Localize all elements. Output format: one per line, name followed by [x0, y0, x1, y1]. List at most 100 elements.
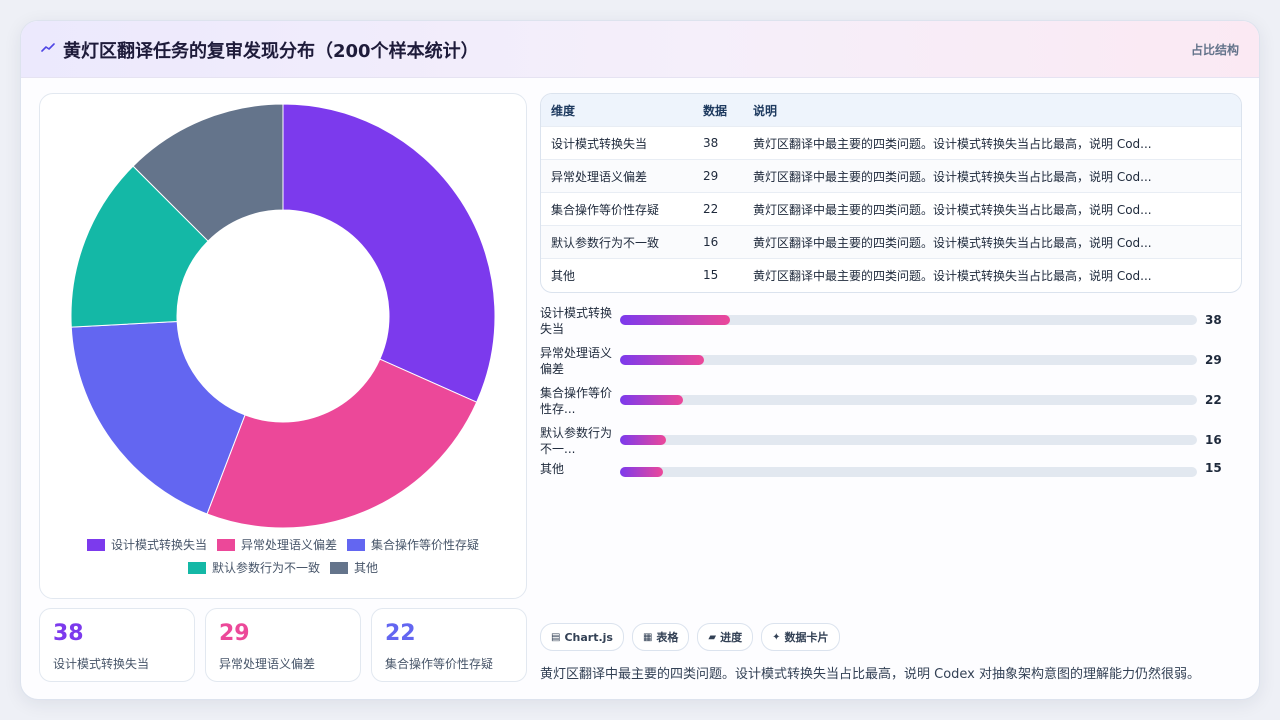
bar-fill: [620, 355, 704, 365]
bar-label-line: 异常处理语义: [540, 346, 613, 360]
sparkle-icon: ✦: [772, 631, 781, 643]
legend-item[interactable]: 设计模式转换失当: [86, 536, 207, 553]
stat-value: 22: [385, 621, 416, 646]
page-title: 黄灯区翻译任务的复审发现分布（200个样本统计）: [63, 41, 479, 62]
table-cell: 15: [693, 258, 743, 291]
bar-track: [620, 395, 1197, 405]
table-cell: 默认参数行为不一致: [541, 225, 693, 259]
stat-card: 38 设计模式转换失当: [39, 608, 195, 682]
legend-label: 异常处理语义偏差: [240, 538, 337, 552]
stat-label: 集合操作等价性存疑: [385, 657, 494, 671]
stat-card: 22 集合操作等价性存疑: [371, 608, 527, 682]
chart-icon: ▤: [551, 631, 561, 643]
table-cell: 黄灯区翻译中最主要的四类问题。设计模式转换失当占比最高，说明 Cod...: [743, 159, 1241, 193]
table-cell: 黄灯区翻译中最主要的四类问题。设计模式转换失当占比最高，说明 Cod...: [743, 192, 1241, 226]
stat-card: 29 异常处理语义偏差: [205, 608, 361, 682]
table-cell: 异常处理语义偏差: [541, 159, 693, 193]
table-cell: 38: [693, 126, 743, 160]
table-cell: 22: [693, 192, 743, 226]
bar-value: 22: [1205, 393, 1222, 407]
bar-label-line: 失当: [540, 322, 565, 336]
table-header-cell: 数据: [693, 94, 743, 127]
legend-swatch: [216, 538, 235, 551]
chip-chartjs[interactable]: ▤ Chart.js: [540, 623, 624, 651]
legend-label: 默认参数行为不一致: [211, 561, 320, 575]
table-row: 默认参数行为不一致 16 黄灯区翻译中最主要的四类问题。设计模式转换失当占比最高…: [541, 225, 1241, 259]
chip-label: 表格: [656, 631, 679, 644]
bar-value: 38: [1205, 313, 1222, 327]
bar-label: 默认参数行为 不一...: [540, 425, 620, 457]
view-chips: ▤ Chart.js ▦ 表格 ▰ 进度 ✦ 数据卡片: [540, 623, 840, 651]
legend-item[interactable]: 异常处理语义偏差: [216, 536, 337, 553]
legend-label: 其他: [354, 561, 379, 575]
legend-label: 设计模式转换失当: [110, 538, 207, 552]
table-cell: 16: [693, 225, 743, 259]
bar-label-line: 不一...: [540, 442, 576, 456]
dashboard-card: 黄灯区翻译任务的复审发现分布（200个样本统计） 占比结构 设计模式转换失当 异常…: [20, 20, 1260, 700]
table-header-row: 维度 数据 说明: [541, 94, 1241, 127]
table-cell: 黄灯区翻译中最主要的四类问题。设计模式转换失当占比最高，说明 Cod...: [743, 225, 1241, 259]
bar-label-line: 默认参数行为: [540, 426, 613, 440]
table-icon: ▦: [642, 631, 653, 643]
bar-track: [620, 355, 1197, 365]
table-cell: 设计模式转换失当: [541, 126, 693, 160]
legend-item[interactable]: 集合操作等价性存疑: [347, 536, 479, 553]
bar-label-line: 偏差: [540, 362, 565, 376]
data-table: 维度 数据 说明 设计模式转换失当 38 黄灯区翻译中最主要的四类问题。设计模式…: [540, 93, 1242, 293]
table-cell: 黄灯区翻译中最主要的四类问题。设计模式转换失当占比最高，说明 Cod...: [743, 126, 1241, 160]
table-row: 其他 15 黄灯区翻译中最主要的四类问题。设计模式转换失当占比最高，说明 Cod…: [541, 258, 1241, 291]
progress-icon: ▰: [708, 631, 717, 643]
legend-item[interactable]: 默认参数行为不一致: [187, 559, 320, 576]
bar-value: 16: [1205, 433, 1222, 447]
chip-label: 数据卡片: [784, 631, 829, 644]
bar-label: 其他: [540, 461, 620, 477]
header: 黄灯区翻译任务的复审发现分布（200个样本统计） 占比结构: [21, 21, 1259, 78]
stat-value: 38: [53, 621, 84, 646]
bar-label: 集合操作等价 性存...: [540, 385, 620, 417]
bar-fill: [620, 315, 730, 325]
bar-label-line: 性存...: [540, 402, 576, 416]
bar-track: [620, 315, 1197, 325]
legend-item[interactable]: 其他: [330, 559, 378, 576]
chip-label: Chart.js: [564, 630, 613, 644]
bar-value: 15: [1205, 461, 1222, 475]
legend-swatch: [347, 538, 365, 551]
table-cell: 黄灯区翻译中最主要的四类问题。设计模式转换失当占比最高，说明 Cod...: [743, 258, 1241, 291]
bar-label: 设计模式转换 失当: [540, 305, 620, 337]
chip-data-cards[interactable]: ✦ 数据卡片: [761, 623, 840, 651]
table-header-cell: 说明: [743, 94, 1241, 127]
bar-track: [620, 435, 1197, 445]
donut-slice[interactable]: [206, 358, 478, 529]
legend-swatch: [187, 561, 206, 574]
bar-label-line: 其他: [540, 462, 565, 476]
progress-bars: 设计模式转换 失当 38 异常处理语义 偏差 29 集合操作等价 性存... 2…: [540, 305, 1240, 485]
donut-slice[interactable]: [282, 103, 496, 403]
table-cell: 集合操作等价性存疑: [541, 192, 693, 226]
chip-progress[interactable]: ▰ 进度: [697, 623, 754, 651]
table-row: 集合操作等价性存疑 22 黄灯区翻译中最主要的四类问题。设计模式转换失当占比最高…: [541, 192, 1241, 226]
bar-track: [620, 467, 1197, 477]
chart-legend: 设计模式转换失当 异常处理语义偏差 集合操作等价性存疑默认参数行为不一致 其他: [60, 536, 506, 576]
bar-fill: [620, 435, 667, 445]
legend-swatch: [330, 561, 348, 574]
bar-label-line: 设计模式转换: [540, 306, 613, 320]
table-cell: 29: [693, 159, 743, 193]
chip-table[interactable]: ▦ 表格: [631, 623, 690, 651]
table-row: 异常处理语义偏差 29 黄灯区翻译中最主要的四类问题。设计模式转换失当占比最高，…: [541, 159, 1241, 193]
bar-fill: [620, 467, 664, 477]
chip-label: 进度: [720, 631, 743, 644]
stat-label: 设计模式转换失当: [53, 657, 150, 671]
header-right-label: 占比结构: [1190, 43, 1239, 57]
table-header-cell: 维度: [541, 94, 693, 127]
donut-chart-panel: 设计模式转换失当 异常处理语义偏差 集合操作等价性存疑默认参数行为不一致 其他: [39, 93, 527, 599]
table-row: 设计模式转换失当 38 黄灯区翻译中最主要的四类问题。设计模式转换失当占比最高，…: [541, 126, 1241, 160]
sparkline-icon: [41, 43, 55, 52]
summary-text: 黄灯区翻译中最主要的四类问题。设计模式转换失当占比最高，说明 Codex 对抽象…: [540, 667, 1201, 682]
legend-label: 集合操作等价性存疑: [371, 538, 480, 552]
donut-chart: [70, 103, 496, 529]
bar-fill: [620, 395, 684, 405]
stat-value: 29: [219, 621, 250, 646]
table-cell: 其他: [541, 258, 693, 291]
bar-label-line: 集合操作等价: [540, 386, 613, 400]
bar-value: 29: [1205, 353, 1222, 367]
